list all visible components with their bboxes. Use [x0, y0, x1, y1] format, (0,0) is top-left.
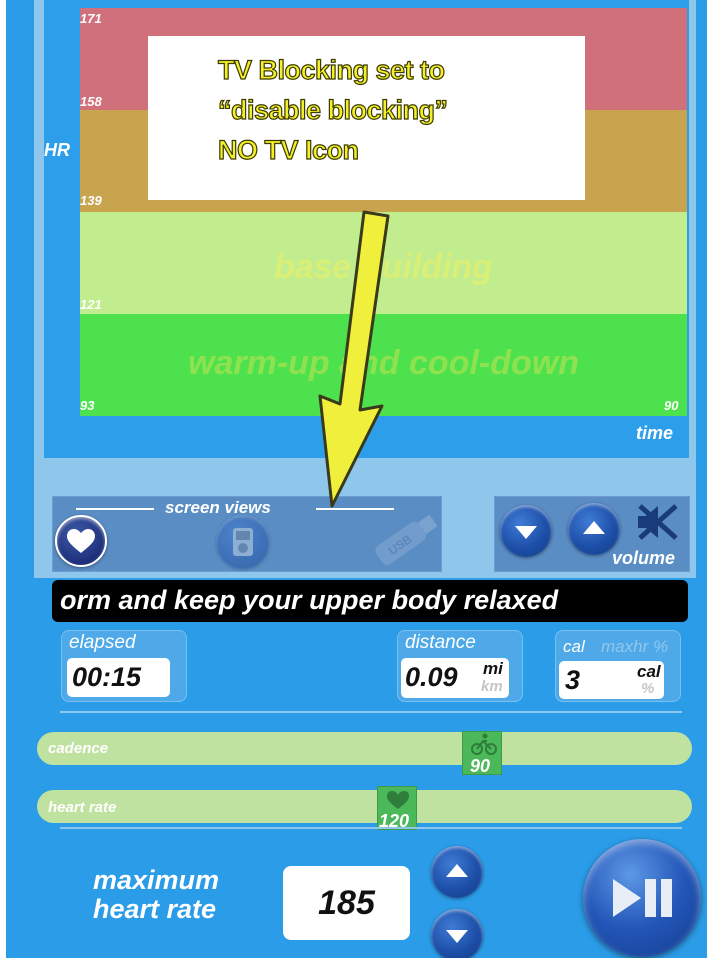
distance-field[interactable]: 0.09 mi km — [401, 658, 509, 698]
app-window: base building warm-up and cool-down 171 … — [0, 0, 715, 966]
heart-icon — [387, 791, 409, 809]
usb-icon[interactable]: USB — [365, 505, 445, 573]
annotation-arrow — [318, 210, 390, 508]
max-heart-rate-label: maximum heart rate — [93, 866, 219, 924]
distance-box: distance 0.09 mi km — [397, 630, 523, 702]
y-axis-label: HR — [44, 140, 70, 160]
divider — [60, 711, 682, 713]
calories-unit-cal: cal — [637, 662, 661, 681]
cadence-value: 90 — [470, 756, 491, 776]
max-heart-rate-field[interactable]: 185 — [283, 866, 410, 940]
calories-unit-percent: % — [641, 680, 655, 697]
coaching-message-bar: orm and keep your upper body relaxed — [52, 580, 688, 622]
y-tick: 158 — [80, 94, 102, 109]
calories-title[interactable]: cal — [563, 637, 585, 657]
y-tick: 121 — [80, 297, 102, 312]
heart-rate-slider-thumb[interactable]: 120 — [377, 786, 417, 831]
distance-value: 0.09 — [405, 662, 458, 692]
elapsed-box: elapsed 00:15 — [61, 630, 187, 702]
window-edge — [707, 0, 715, 966]
volume-label: volume — [612, 548, 676, 568]
ipod-icon — [233, 528, 253, 556]
max-heart-rate-value: 185 — [318, 884, 375, 922]
window-edge — [0, 958, 715, 966]
cadence-slider-thumb[interactable]: 90 — [462, 731, 502, 776]
play-pause-icon — [613, 879, 672, 917]
elapsed-value: 00:15 — [67, 658, 170, 697]
y-tick: 171 — [80, 11, 102, 26]
heart-rate-slider[interactable] — [37, 790, 692, 823]
x-axis-label: time — [636, 423, 674, 443]
play-pause-button[interactable] — [583, 839, 701, 957]
max-heart-rate-label-line: maximum — [93, 865, 220, 895]
divider — [76, 508, 154, 510]
chevron-down-icon — [515, 526, 537, 539]
elapsed-title: elapsed — [69, 632, 136, 653]
window-edge — [0, 0, 6, 966]
y-tick: 139 — [80, 193, 102, 208]
coaching-message: orm and keep your upper body relaxed — [60, 585, 559, 615]
calories-box: cal maxhr % 3 cal % — [555, 630, 681, 702]
mute-icon[interactable] — [632, 500, 682, 544]
x-tick: 90 — [664, 398, 679, 413]
chevron-down-icon — [446, 930, 468, 943]
cadence-label: cadence — [48, 740, 109, 757]
max-heart-rate-up-button[interactable] — [431, 846, 483, 898]
max-heart-rate-down-button[interactable] — [431, 909, 483, 961]
distance-title: distance — [405, 632, 476, 653]
chevron-up-icon — [446, 864, 468, 877]
heart-view-button[interactable] — [55, 515, 107, 567]
distance-unit-mi[interactable]: mi — [483, 659, 503, 679]
distance-unit-km[interactable]: km — [481, 678, 503, 695]
annotation-callout: TV Blocking set to “disable blocking” NO… — [148, 36, 585, 200]
cadence-slider[interactable] — [37, 732, 692, 765]
volume-down-button[interactable] — [500, 505, 552, 557]
annotation-line: TV Blocking set to — [217, 54, 445, 85]
annotation-line: “disable blocking” — [217, 94, 448, 125]
maxhr-title[interactable]: maxhr % — [601, 637, 668, 657]
ipod-view-button[interactable] — [216, 515, 270, 569]
divider — [60, 827, 682, 829]
annotation-line: NO TV Icon — [217, 134, 359, 165]
heart-icon — [67, 529, 95, 553]
y-tick: 93 — [80, 398, 95, 413]
bike-icon — [471, 733, 497, 755]
heart-rate-label: heart rate — [48, 799, 117, 816]
max-heart-rate-label-line: heart rate — [93, 894, 217, 924]
calories-field: 3 cal % — [559, 661, 664, 699]
calories-value: 3 — [565, 665, 581, 695]
